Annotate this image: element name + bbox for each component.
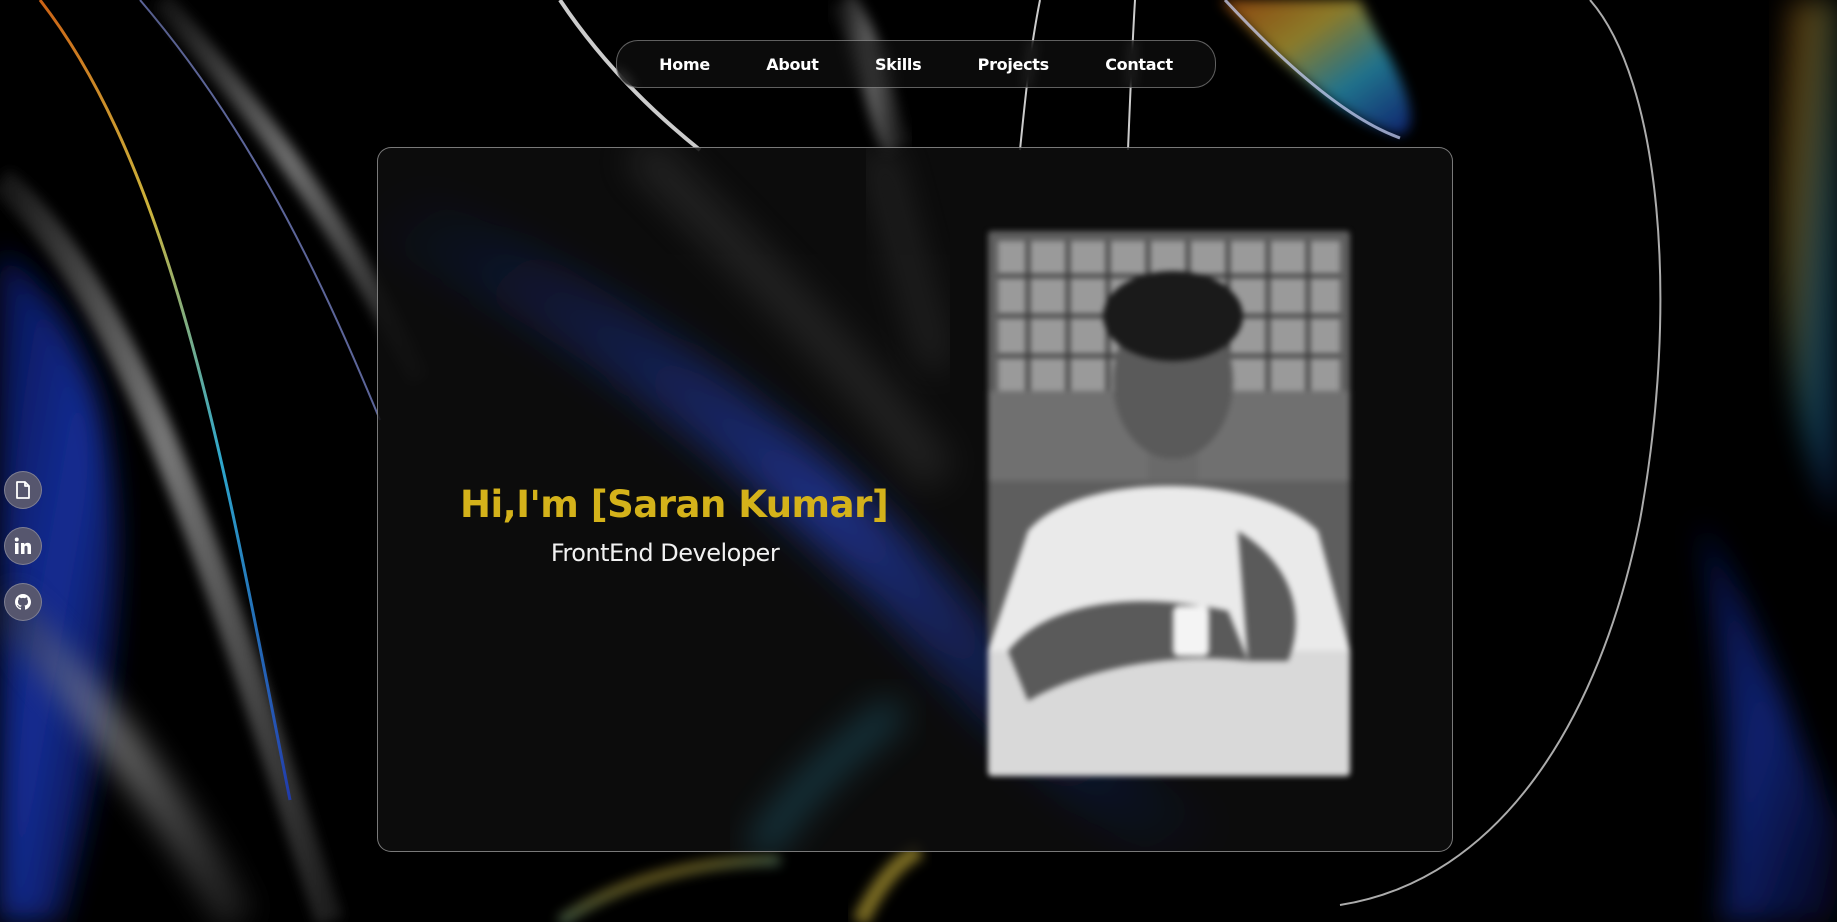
linkedin-button[interactable]: [4, 527, 42, 565]
hero-title: Hi,I'm [Saran Kumar]: [460, 482, 889, 526]
nav-contact-link[interactable]: Contact: [1105, 55, 1173, 74]
page: Home About Skills Projects Contact Hi,I'…: [0, 0, 1837, 922]
document-icon: [16, 481, 30, 499]
nav-skills-link[interactable]: Skills: [875, 55, 922, 74]
hero-card: Hi,I'm [Saran Kumar] FrontEnd Developer: [377, 147, 1453, 852]
github-icon: [15, 594, 31, 610]
github-button[interactable]: [4, 583, 42, 621]
nav-projects-link[interactable]: Projects: [978, 55, 1050, 74]
top-nav: Home About Skills Projects Contact: [616, 40, 1216, 88]
profile-photo: [988, 231, 1350, 776]
nav-about-link[interactable]: About: [766, 55, 819, 74]
linkedin-icon: [14, 537, 31, 554]
profile-photo-image: [988, 231, 1350, 776]
hero-subtitle: FrontEnd Developer: [550, 539, 780, 567]
social-sidebar: [4, 471, 42, 639]
resume-button[interactable]: [4, 471, 42, 509]
nav-home-link[interactable]: Home: [659, 55, 710, 74]
